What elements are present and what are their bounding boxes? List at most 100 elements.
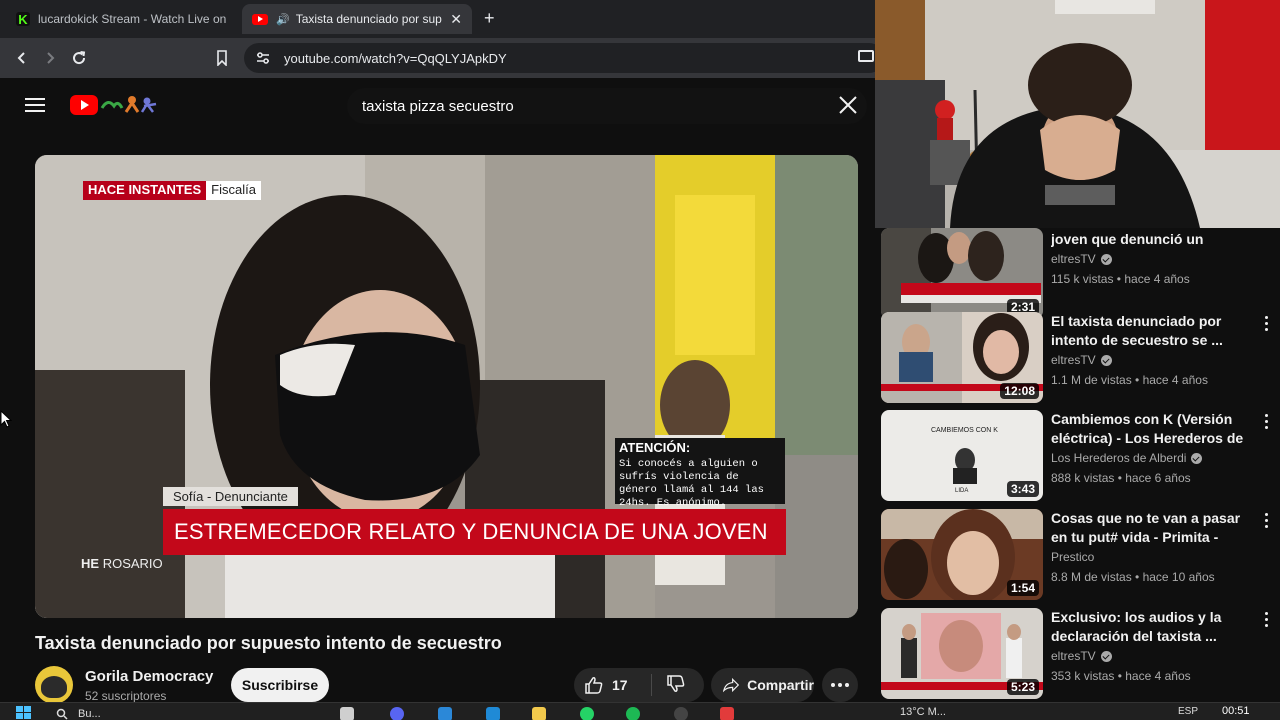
search-query: taxista pizza secuestro (362, 97, 514, 115)
more-options-icon[interactable] (1265, 316, 1271, 334)
doodle-icon[interactable] (100, 92, 160, 114)
recommendation-title: El taxista denunciado por intento de sec… (1051, 313, 1223, 348)
site-info-icon[interactable] (256, 52, 270, 64)
recommendation-text: Exclusivo: los audios y la declaración d… (1051, 608, 1251, 683)
more-actions-button[interactable] (822, 668, 858, 702)
mouse-cursor-icon (0, 410, 12, 428)
back-icon[interactable] (11, 47, 33, 69)
taskbar-search[interactable]: Bu... (56, 706, 216, 720)
recommendation-text: Cambiemos con K (Versión eléctrica) - Lo… (1051, 410, 1251, 485)
like-dislike-group: 17 (574, 668, 704, 702)
channel-name[interactable]: Gorila Democracy (85, 668, 213, 685)
tab-title: Taxista denunciado por supue (295, 12, 443, 26)
address-bar[interactable]: youtube.com/watch?v=QqQLYJApkDY (244, 43, 884, 73)
recommendation-title: Cosas que no te van a pasar en tu put# v… (1051, 510, 1241, 545)
discord-icon[interactable] (390, 707, 404, 720)
obs-icon[interactable] (674, 707, 688, 720)
verified-icon (1191, 452, 1203, 464)
spotify-icon[interactable] (626, 707, 640, 720)
recommendation-channel: eltresTV (1051, 649, 1251, 663)
verified-icon (1100, 354, 1112, 366)
recommendation-item[interactable]: 12:08 El taxista denunciado por intento … (881, 312, 1276, 404)
news-headline: ESTREMECEDOR RELATO Y DENUNCIA DE UNA JO… (163, 509, 786, 555)
more-options-icon[interactable] (1265, 513, 1271, 531)
recommendation-channel: Prestico (1051, 550, 1095, 564)
browser-tab-strip: K lucardokick Stream - Watch Live on K 🔊… (0, 0, 875, 38)
recommendation-channel: Los Herederos de Alberdi (1051, 451, 1251, 465)
file-explorer-icon[interactable] (532, 707, 546, 720)
recommendation-item[interactable]: 5:23 Exclusivo: los audios y la declarac… (881, 608, 1276, 700)
verified-icon (1100, 650, 1112, 662)
share-button[interactable]: Compartir (711, 668, 814, 702)
tab-kick-stream[interactable]: K lucardokick Stream - Watch Live on K (6, 4, 238, 34)
alert-title: ATENCIÓN: (619, 440, 691, 455)
new-tab-button[interactable]: + (484, 8, 495, 29)
search-input[interactable]: taxista pizza secuestro (347, 88, 867, 124)
windows-taskbar: Bu... 13°C M... ESP 00:51 (0, 702, 1280, 720)
alert-box: ATENCIÓN: Si conocés a alguien o sufrís … (615, 438, 785, 509)
taskbar-search-placeholder: Bu... (78, 708, 101, 720)
live-banner: HACE INSTANTES Fiscalía (83, 181, 261, 200)
watermark-a: HE (81, 556, 100, 571)
recommendation-meta: 353 k vistas • hace 4 años (1051, 669, 1191, 683)
alert-body: Si conocés a alguien o sufrís violencia … (619, 458, 764, 509)
channel-avatar[interactable] (35, 666, 73, 704)
recommendation-title: Exclusivo: los audios y la declaración d… (1051, 609, 1222, 644)
video-thumbnail[interactable]: CAMBIEMOS CON K LIDA 3:43 (881, 410, 1043, 501)
recommendation-item[interactable]: 1:54 Cosas que no te van a pasar en tu p… (881, 509, 1276, 601)
taskbar-clock[interactable]: 00:51 (1222, 705, 1250, 717)
edge-icon[interactable] (438, 707, 452, 720)
duration-badge: 12:08 (1000, 383, 1039, 399)
share-icon (723, 677, 740, 693)
recommendation-item[interactable]: CAMBIEMOS CON K LIDA 3:43 Cambiemos con … (881, 410, 1276, 502)
video-thumbnail[interactable]: 2:31 (881, 228, 1043, 319)
clear-search-icon[interactable] (837, 94, 859, 116)
like-button[interactable]: 17 (574, 674, 652, 696)
recommendation-text: El taxista denunciado por intento de sec… (1051, 312, 1251, 387)
browser-toolbar: youtube.com/watch?v=QqQLYJApkDY (0, 38, 884, 78)
windows-start-icon[interactable] (16, 706, 32, 720)
bookmark-icon[interactable] (211, 47, 233, 69)
speaker-icon[interactable]: 🔊 (276, 13, 290, 26)
webcam-frame (875, 0, 1280, 228)
tab-youtube-video[interactable]: 🔊 Taxista denunciado por supue ✕ (242, 4, 472, 34)
tab-title: lucardokick Stream - Watch Live on K (38, 12, 228, 26)
store-icon[interactable] (486, 707, 500, 720)
live-label: HACE INSTANTES (83, 181, 207, 200)
subscribe-button[interactable]: Suscribirse (231, 668, 329, 702)
video-thumbnail[interactable]: 1:54 (881, 509, 1043, 600)
task-view-icon[interactable] (340, 707, 354, 720)
video-thumbnail[interactable]: 5:23 (881, 608, 1043, 699)
video-thumbnail[interactable]: 12:08 (881, 312, 1043, 403)
reload-icon[interactable] (68, 47, 90, 69)
weather-widget[interactable]: 13°C M... (900, 706, 946, 718)
thumb-caption-2: LIDA (955, 488, 968, 494)
thumbs-down-icon (667, 674, 685, 692)
recommendation-meta: 8.8 M de vistas • hace 10 años (1051, 570, 1215, 584)
youtube-header: taxista pizza secuestro (0, 78, 875, 134)
verified-icon (1100, 253, 1112, 265)
kick-icon: K (16, 12, 30, 27)
app-icon[interactable] (720, 707, 734, 720)
like-count: 17 (612, 677, 628, 693)
close-tab-icon[interactable]: ✕ (450, 11, 462, 28)
youtube-logo[interactable] (70, 95, 98, 115)
language-indicator[interactable]: ESP (1178, 706, 1198, 717)
duration-badge: 5:23 (1006, 679, 1039, 695)
channel-watermark: HE ROSARIO (81, 556, 163, 571)
whatsapp-icon[interactable] (580, 707, 594, 720)
video-player[interactable]: HACE INSTANTES Fiscalía ATENCIÓN: Si con… (35, 155, 858, 618)
recommendation-meta: 888 k vistas • hace 6 años (1051, 471, 1191, 485)
cast-icon[interactable] (858, 50, 874, 62)
forward-icon[interactable] (39, 47, 61, 69)
more-options-icon[interactable] (1265, 612, 1271, 630)
share-label: Compartir (747, 677, 814, 693)
recommendation-channel: eltresTV (1051, 252, 1251, 266)
menu-icon[interactable] (25, 98, 45, 116)
more-options-icon[interactable] (1265, 414, 1271, 432)
search-icon (56, 708, 68, 720)
dislike-button[interactable] (652, 674, 686, 696)
recommendation-meta: 1.1 M de vistas • hace 4 años (1051, 373, 1208, 387)
thumb-caption: CAMBIEMOS CON K (931, 427, 998, 434)
recommendation-item[interactable]: 2:31 joven que denunció un supues... elt… (881, 228, 1276, 320)
